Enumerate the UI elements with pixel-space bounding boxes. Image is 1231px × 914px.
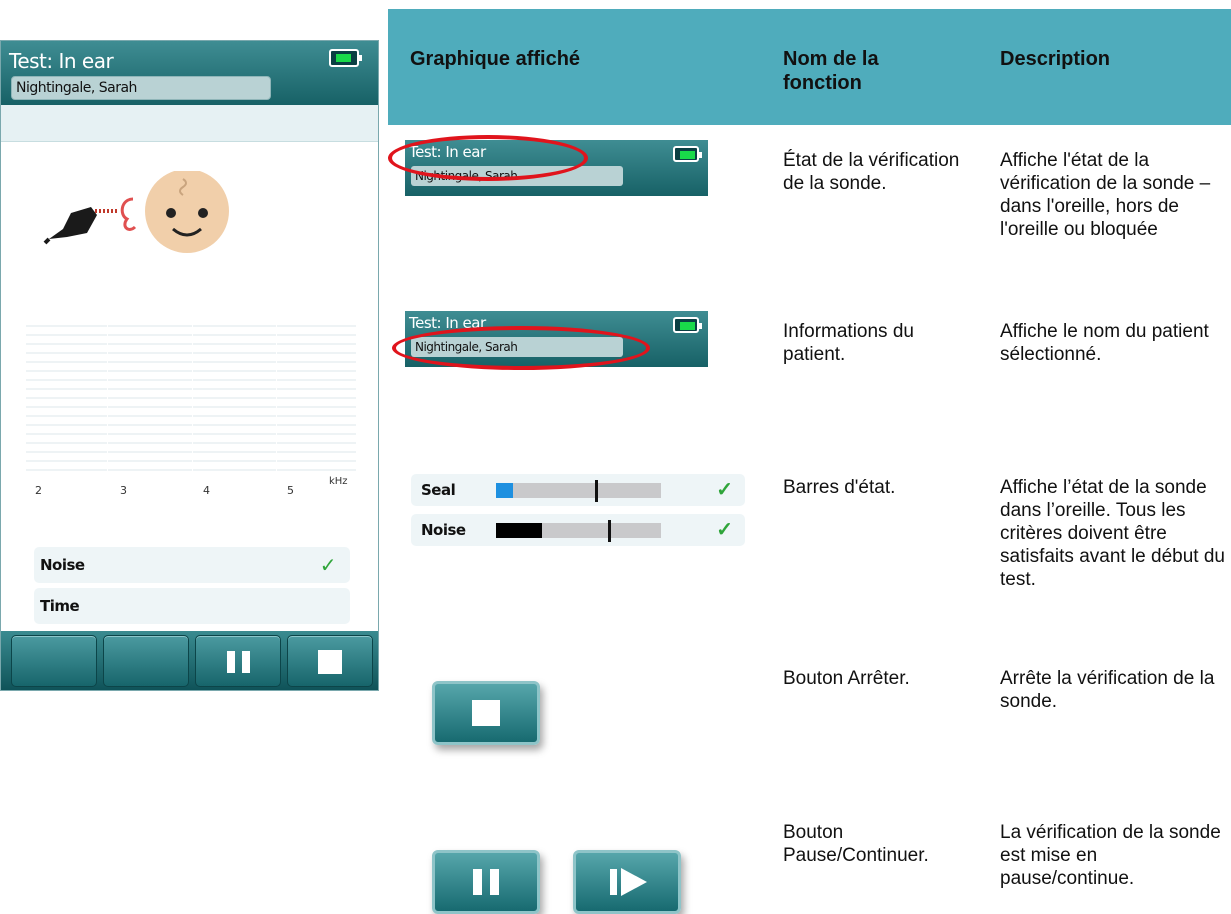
graph-gridline	[107, 318, 108, 478]
pause-button-large[interactable]	[432, 850, 540, 914]
highlight-oval	[388, 135, 588, 181]
battery-icon	[329, 49, 362, 67]
stop-icon	[472, 700, 500, 726]
graph-tick-label: 5	[287, 484, 294, 497]
status-row-label: Noise	[40, 556, 85, 574]
pause-icon	[227, 651, 235, 673]
noise-status-row: Noise ✓	[34, 547, 350, 583]
test-status-title: Test: In ear	[9, 49, 114, 73]
time-status-row: Time	[34, 588, 350, 624]
row4-function-name: Bouton Arrêter.	[783, 668, 910, 689]
status-bar-fill	[496, 523, 542, 538]
seal-status-bar: Seal ✓	[411, 474, 745, 506]
patient-name-field[interactable]: Nightingale, Sarah	[11, 76, 271, 100]
ear-icon	[120, 197, 137, 231]
graph-gridline	[276, 318, 277, 478]
header-function-name: Nom de la fonction	[783, 48, 879, 94]
status-bar-marker	[595, 480, 598, 502]
row3-function-name: Barres d'état.	[783, 477, 896, 498]
status-bar-track	[496, 480, 661, 502]
status-bar-fill	[496, 483, 513, 498]
baby-face-icon	[145, 171, 229, 253]
status-bar-track	[496, 520, 661, 542]
row3-description: Affiche l’état de la sonde dans l’oreill…	[1000, 477, 1225, 590]
row4-description: Arrête la vérification de la sonde.	[1000, 668, 1215, 712]
device-header: Test: In ear Nightingale, Sarah	[1, 41, 378, 105]
noise-status-bar: Noise ✓	[411, 514, 745, 546]
row5-function-name: Bouton Pause/Continuer.	[783, 822, 929, 866]
device-screen: Test: In ear Nightingale, Sarah 2 3 4 5 …	[0, 40, 379, 691]
graph-tick-label: 2	[35, 484, 42, 497]
status-bar-label: Noise	[421, 521, 466, 539]
row1-description: Affiche l'état de la vérification de la …	[1000, 150, 1211, 240]
graph-tick-label: 3	[120, 484, 127, 497]
pause-button[interactable]	[195, 635, 281, 687]
graph-unit-label: kHz	[329, 476, 348, 487]
status-strip	[1, 105, 378, 142]
play-icon	[621, 868, 647, 896]
stop-button[interactable]	[287, 635, 373, 687]
probe-icon	[43, 207, 119, 245]
table-header: Graphique affiché Nom de la fonction Des…	[388, 9, 1231, 125]
status-row-label: Time	[40, 597, 80, 615]
status-bar-marker	[608, 520, 611, 542]
graph-gridline	[192, 318, 193, 478]
blank-button-1[interactable]	[11, 635, 97, 687]
battery-icon	[673, 317, 702, 333]
header-graphic: Graphique affiché	[410, 48, 581, 70]
pause-icon	[473, 869, 482, 895]
highlight-oval	[392, 326, 650, 370]
blank-button-2[interactable]	[103, 635, 189, 687]
continue-button-large[interactable]	[573, 850, 681, 914]
row2-function-name: Informations du patient.	[783, 321, 914, 365]
graph-tick-label: 4	[203, 484, 210, 497]
header-description: Description	[1000, 48, 1111, 70]
device-footer	[1, 631, 378, 690]
checkmark-icon: ✓	[319, 553, 337, 577]
status-bar-label: Seal	[421, 481, 456, 499]
frequency-graph	[26, 318, 356, 478]
row1-function-name: État de la vérification de la sonde.	[783, 150, 960, 194]
checkmark-icon: ✓	[716, 519, 733, 541]
pause-icon	[490, 869, 499, 895]
stop-icon	[318, 650, 342, 674]
continue-icon	[610, 869, 617, 895]
battery-icon	[673, 146, 702, 162]
probe-in-ear-illustration	[43, 171, 229, 253]
stop-button-large[interactable]	[432, 681, 540, 745]
row5-description: La vérification de la sonde est mise en …	[1000, 822, 1221, 889]
row2-description: Affiche le nom du patient sélectionné.	[1000, 321, 1209, 365]
checkmark-icon: ✓	[716, 479, 733, 501]
pause-icon	[242, 651, 250, 673]
